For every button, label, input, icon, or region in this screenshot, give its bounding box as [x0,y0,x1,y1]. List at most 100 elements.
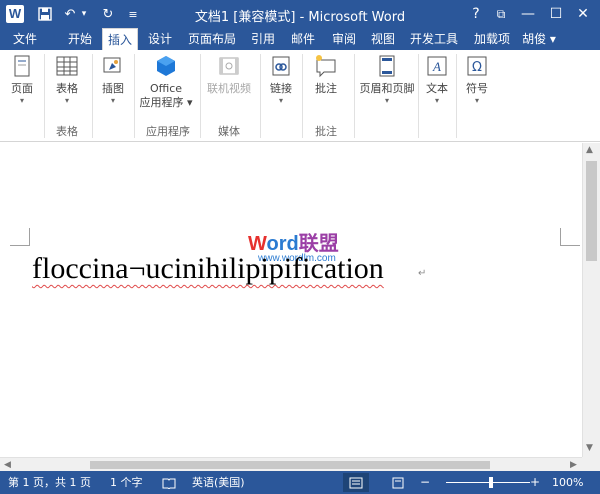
word-logo-icon[interactable]: W [6,5,24,23]
tab-file[interactable]: 文件 [0,28,50,50]
tab-layout[interactable]: 页面布局 [183,28,241,50]
page-icon [14,55,30,77]
header-footer-button[interactable]: 页眉和页脚 ▾ [358,54,416,106]
redo-icon[interactable]: ↻ [100,4,116,24]
help-button[interactable]: ? [465,4,487,24]
illustrations-button[interactable]: 插图 ▾ [96,54,130,106]
table-label: 表格 [56,82,78,95]
pages-dropdown-icon: ▾ [19,96,24,105]
symbols-dropdown-icon: ▾ [474,96,479,105]
symbols-button[interactable]: Ω 符号 ▾ [460,54,494,106]
zoom-level[interactable]: 100% [552,471,583,494]
close-button[interactable]: ✕ [572,4,594,24]
header-footer-dropdown-icon: ▾ [384,96,389,105]
scroll-corner [582,457,600,471]
crop-mark [29,228,30,246]
scroll-right-icon[interactable]: ▶ [570,458,577,472]
undo-dropdown-icon[interactable]: ▾ [79,4,89,24]
scroll-down-icon[interactable]: ▼ [586,443,593,453]
document-text[interactable]: floccina¬ucinihilipipification [32,252,384,286]
ribbon-insert: 页面 ▾ 表格 ▾ 表格 插图 ▾ Office 应用程序 ▾ 应用程序 联机视… [0,50,600,184]
video-icon [219,57,239,75]
crop-mark [10,245,30,246]
header-footer-icon [379,55,395,77]
pages-button[interactable]: 页面 ▾ [6,54,38,106]
group-label-media: 媒体 [218,125,240,138]
tab-addins[interactable]: 加载项 [468,28,516,50]
minimize-button[interactable]: — [517,4,539,24]
symbols-label: 符号 [466,82,488,95]
zoom-slider-track[interactable] [446,482,530,483]
crop-mark [560,228,561,246]
zoom-slider-thumb[interactable] [489,477,493,488]
illustrations-icon [103,57,121,73]
vertical-scroll-thumb[interactable] [586,161,597,261]
tab-review[interactable]: 审阅 [326,28,362,50]
language-indicator[interactable]: 英语(美国) [192,471,245,494]
comment-button[interactable]: 批注 [306,54,346,96]
omega-icon: Ω [467,56,487,76]
table-dropdown-icon: ▾ [64,96,69,105]
office-apps-button[interactable]: Office 应用程序 ▾ [138,54,194,110]
customize-quick-access-icon[interactable]: ≡ [126,4,140,24]
tab-developer[interactable]: 开发工具 [404,28,464,50]
proofing-icon[interactable] [162,471,176,494]
links-button[interactable]: 链接 ▾ [264,54,298,106]
word-count[interactable]: 1 个字 [110,471,143,494]
links-label: 链接 [270,82,292,95]
comment-icon [316,55,336,78]
zoom-in-button[interactable]: + [530,471,540,494]
group-divider [200,54,201,138]
title-bar: W ↶ ▾ ↻ ≡ 文档1 [兼容模式] - Microsoft Word ? … [0,0,600,28]
tab-insert[interactable]: 插入 [102,28,138,51]
user-name[interactable]: 胡俊 ▾ [519,28,559,50]
horizontal-scrollbar[interactable]: ◀ ▶ [0,457,582,471]
ribbon-tabs: 文件 开始 插入 设计 页面布局 引用 邮件 审阅 视图 开发工具 加载项 胡俊… [0,28,600,77]
table-icon [56,56,78,76]
link-icon [272,56,290,76]
group-label-comments: 批注 [315,125,337,138]
comment-label: 批注 [315,82,337,95]
tab-references[interactable]: 引用 [244,28,282,50]
tab-view[interactable]: 视图 [365,28,401,50]
svg-text:Ω: Ω [472,60,482,75]
text-button[interactable]: A 文本 ▾ [420,54,454,106]
illustrations-dropdown-icon: ▾ [110,96,115,105]
tab-mailings[interactable]: 邮件 [285,28,321,50]
undo-icon[interactable]: ↶ [62,4,78,24]
text-icon: A [427,56,447,76]
maximize-button[interactable]: ☐ [545,4,567,24]
illustrations-label: 插图 [102,82,124,95]
zoom-out-button[interactable]: − [420,471,430,494]
group-divider [92,54,93,138]
read-mode-view-button[interactable] [343,473,369,492]
svg-text:A: A [432,59,441,74]
scroll-left-icon[interactable]: ◀ [4,458,11,472]
page-count[interactable]: 第 1 页，共 1 页 [8,471,91,494]
document-area[interactable] [0,143,600,457]
header-footer-label: 页眉和页脚 [359,82,415,95]
group-divider [456,54,457,138]
scroll-up-icon[interactable]: ▲ [586,145,593,155]
vertical-scrollbar[interactable]: ▲ ▼ [582,143,600,457]
table-button[interactable]: 表格 ▾ [50,54,84,106]
save-icon[interactable] [34,4,56,24]
group-divider [260,54,261,138]
online-video-label: 联机视频 [207,82,251,95]
ribbon-display-options-button[interactable]: ⧉ [490,4,512,24]
print-layout-view-button[interactable] [385,473,411,492]
office-apps-label-2: 应用程序 ▾ [139,96,193,109]
links-dropdown-icon: ▾ [278,96,283,105]
word-window: W ↶ ▾ ↻ ≡ 文档1 [兼容模式] - Microsoft Word ? … [0,0,600,494]
group-label-apps: 应用程序 [146,125,190,138]
horizontal-scroll-thumb[interactable] [90,461,490,469]
office-apps-label-1: Office [149,82,183,95]
online-video-button[interactable]: 联机视频 [204,54,254,96]
tab-design[interactable]: 设计 [142,28,178,50]
office-apps-label-2-text: 应用程序 [139,96,184,109]
group-divider [302,54,303,138]
group-divider [134,54,135,138]
office-apps-icon [157,56,175,76]
group-label-tables: 表格 [56,125,78,138]
tab-home[interactable]: 开始 [60,28,100,50]
